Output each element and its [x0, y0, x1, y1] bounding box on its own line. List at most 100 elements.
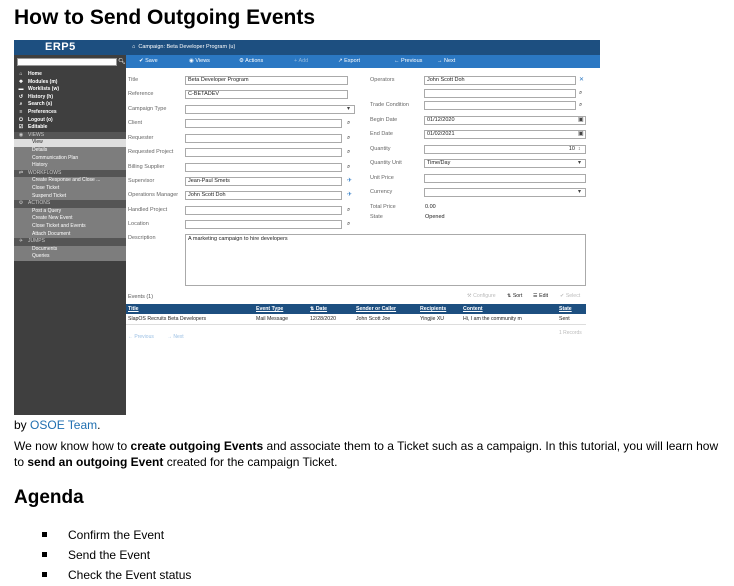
export-icon: ↗	[338, 58, 343, 64]
operators-field[interactable]: John Scott Doh	[424, 76, 576, 85]
nav-editable[interactable]: ☑ Editable	[14, 124, 126, 132]
select-button[interactable]: ✔ Select	[560, 293, 580, 299]
workflow-item-create-response[interactable]: Create Response and Close ...	[14, 177, 126, 185]
client-field[interactable]	[185, 119, 342, 128]
cell-recipients[interactable]: Yingjie XU	[418, 314, 461, 325]
next-button[interactable]: → Next	[437, 55, 455, 68]
handled-project-field[interactable]	[185, 206, 342, 215]
supervisor-field[interactable]: Jean-Paul Smets	[185, 177, 342, 186]
column-header-recipients[interactable]: Recipients	[418, 304, 461, 314]
sort-button[interactable]: ⇅ Sort	[507, 293, 522, 299]
location-field[interactable]	[185, 220, 342, 229]
title-label: Title	[128, 77, 139, 83]
search-icon[interactable]: ⌕	[347, 206, 350, 215]
nav-search[interactable]: ⌕ Search (s)	[14, 101, 126, 109]
sidebar: ERP5 🔍︎ ⌂ Home ❖ Modules (m) ▬ Worklists (w…	[14, 40, 126, 415]
table-row[interactable]: SlapOS Recruits Beta Developers Mail Mes…	[126, 314, 586, 325]
close-icon[interactable]: ✕	[579, 76, 584, 85]
erp5-logo[interactable]: ERP5	[45, 41, 76, 53]
search-icon[interactable]: ⌕	[347, 148, 350, 157]
cell-event-type[interactable]: Mail Message	[254, 314, 308, 325]
campaign-type-select[interactable]	[185, 105, 355, 114]
nav-logout[interactable]: ⏻ Logout (o)	[14, 117, 126, 125]
action-item-post-query[interactable]: Post a Query	[14, 207, 126, 216]
nav-home[interactable]: ⌂ Home	[14, 71, 126, 79]
eye-icon: ◉	[189, 58, 194, 64]
stepper-icon[interactable]: ↕	[578, 145, 581, 154]
quantity-field[interactable]: 10	[424, 145, 586, 154]
column-header-sender[interactable]: Sender or Caller	[354, 304, 418, 314]
home-icon[interactable]: ⌂	[132, 44, 135, 50]
cell-content[interactable]: Hi, I am the community m	[461, 314, 557, 325]
sidebar-search-input[interactable]	[17, 58, 117, 66]
search-icon[interactable]: 🔍︎	[118, 58, 126, 65]
nav-modules[interactable]: ❖ Modules (m)	[14, 79, 126, 87]
events-previous-link[interactable]: ← Previous	[128, 334, 154, 340]
views-item-view[interactable]: View	[14, 139, 126, 147]
export-button[interactable]: ↗ Export	[338, 55, 360, 68]
chevron-down-icon: ▾	[347, 106, 351, 112]
operators-label: Operators	[370, 77, 395, 83]
action-item-attach-document[interactable]: Attach Document	[14, 230, 126, 239]
views-item-details[interactable]: Details	[14, 147, 126, 155]
cell-date[interactable]: 12/28/2020	[308, 314, 354, 325]
action-item-close-ticket-events[interactable]: Close Ticket and Events	[14, 223, 126, 231]
save-button[interactable]: ✔ Save	[139, 55, 158, 68]
cell-sender[interactable]: John Scott Joe	[354, 314, 418, 325]
actions-button[interactable]: ⚙ Actions	[239, 55, 263, 68]
trade-condition-label: Trade Condition	[370, 102, 409, 108]
nav-worklists[interactable]: ▬ Worklists (w)	[14, 86, 126, 94]
action-item-create-new-event[interactable]: Create New Event	[14, 215, 126, 223]
plane-icon[interactable]: ✈	[347, 177, 352, 186]
plane-icon[interactable]: ✈	[347, 191, 352, 200]
configure-button[interactable]: ⚒ Configure	[467, 293, 496, 299]
unit-price-field[interactable]	[424, 174, 586, 183]
agenda-item: Confirm the Event	[42, 528, 164, 542]
author-link[interactable]: OSOE Team	[30, 418, 97, 432]
title-field[interactable]: Beta Developer Program	[185, 76, 348, 85]
edit-button[interactable]: ☰ Edit	[533, 293, 548, 299]
requester-field[interactable]	[185, 134, 342, 143]
requested-project-field[interactable]	[185, 148, 342, 157]
currency-select[interactable]	[424, 188, 586, 197]
begin-date-field[interactable]: 01/12/2020	[424, 116, 586, 125]
billing-supplier-field[interactable]	[185, 163, 342, 172]
operators-new-field[interactable]	[424, 89, 576, 98]
nav-preferences[interactable]: ≡ Preferences	[14, 109, 126, 117]
inbox-icon: ▬	[18, 86, 24, 93]
quantity-unit-label: Quantity Unit	[370, 160, 402, 166]
add-button[interactable]: + Add	[294, 55, 308, 68]
search-icon[interactable]: ⌕	[579, 89, 582, 98]
search-icon[interactable]: ⌕	[347, 220, 350, 229]
calendar-icon[interactable]: ▣	[578, 116, 584, 125]
search-icon[interactable]: ⌕	[347, 119, 350, 128]
column-header-title[interactable]: Title	[126, 304, 254, 314]
jump-item-documents[interactable]: Documents	[14, 245, 126, 254]
description-textarea[interactable]: A marketing campaign to hire developers	[185, 234, 586, 286]
nav-history[interactable]: ↺ History (h)	[14, 94, 126, 102]
end-date-field[interactable]: 01/02/2021	[424, 130, 586, 139]
column-header-state[interactable]: State	[557, 304, 586, 314]
cell-state[interactable]: Sent	[557, 314, 586, 325]
checkbox-icon: ☑	[18, 124, 24, 131]
events-next-link[interactable]: → Next	[167, 334, 184, 340]
jump-item-queries[interactable]: Queries	[14, 253, 126, 261]
operations-manager-field[interactable]: John Scott Doh	[185, 191, 342, 200]
views-item-history[interactable]: History	[14, 162, 126, 170]
views-item-communication-plan[interactable]: Communication Plan	[14, 154, 126, 163]
column-header-content[interactable]: Content	[461, 304, 557, 314]
trade-condition-field[interactable]	[424, 101, 576, 110]
search-icon[interactable]: ⌕	[347, 163, 350, 172]
reference-field[interactable]: C-BETADEV	[185, 90, 348, 99]
calendar-icon[interactable]: ▣	[578, 130, 584, 139]
search-icon[interactable]: ⌕	[347, 134, 350, 143]
search-icon[interactable]: ⌕	[579, 101, 582, 110]
views-button[interactable]: ◉ Views	[189, 55, 210, 68]
workflow-item-suspend-ticket[interactable]: Suspend Ticket	[14, 192, 126, 201]
workflow-item-close-ticket[interactable]: Close Ticket	[14, 185, 126, 193]
quantity-unit-select[interactable]: Time/Day	[424, 159, 586, 168]
cell-title[interactable]: SlapOS Recruits Beta Developers	[126, 314, 254, 325]
column-header-date[interactable]: ⇅ Date	[308, 304, 354, 314]
column-header-event-type[interactable]: Event Type	[254, 304, 308, 314]
previous-button[interactable]: ← Previous	[394, 55, 422, 68]
